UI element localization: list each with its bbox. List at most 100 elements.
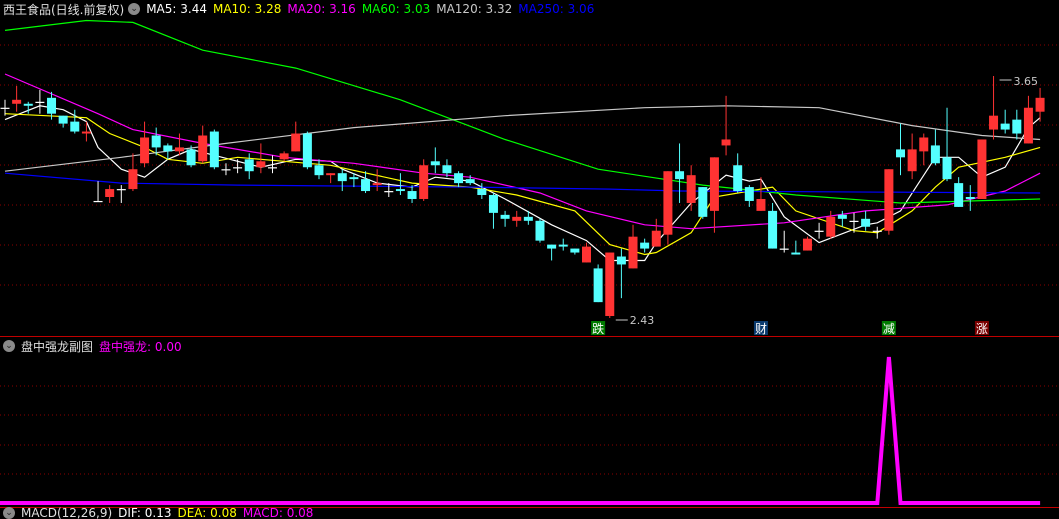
candle-body bbox=[477, 189, 487, 196]
candle bbox=[395, 173, 405, 196]
event-marker: 财 bbox=[753, 321, 768, 336]
candle-body bbox=[698, 187, 708, 217]
candle-body bbox=[616, 256, 626, 265]
candle-body bbox=[802, 238, 812, 251]
candle bbox=[791, 240, 801, 255]
candle bbox=[372, 169, 382, 192]
candle bbox=[675, 143, 685, 203]
candle-body bbox=[721, 139, 731, 146]
candle-body bbox=[256, 161, 266, 168]
candle bbox=[616, 248, 626, 299]
candle bbox=[989, 76, 999, 140]
event-marker-label: 财 bbox=[755, 322, 767, 336]
candle-body bbox=[849, 220, 859, 223]
candle bbox=[744, 185, 754, 207]
candle bbox=[907, 133, 917, 180]
chevron-down-icon[interactable]: ⌄ bbox=[3, 507, 15, 519]
candle bbox=[256, 143, 266, 174]
sub-chart-header: ⌄ 盘中强龙副图 盘中强龙: 0.00 bbox=[0, 337, 188, 355]
candle-body bbox=[872, 230, 882, 232]
candle bbox=[721, 95, 731, 156]
stock-title: 西王食品(日线.前复权) bbox=[3, 2, 125, 17]
candle-body bbox=[768, 210, 778, 249]
candle bbox=[861, 210, 871, 231]
price-annotation-label: 3.65 bbox=[1014, 75, 1039, 88]
candle bbox=[361, 171, 371, 194]
event-marker-label: 涨 bbox=[976, 321, 988, 336]
candle bbox=[58, 115, 68, 128]
candle-body bbox=[1012, 119, 1022, 134]
sub-chart-title: 盘中强龙副图 bbox=[21, 339, 94, 354]
event-marker: 跌 bbox=[591, 321, 606, 336]
candle-body bbox=[267, 167, 277, 169]
candle-body bbox=[151, 135, 161, 148]
candle bbox=[512, 210, 522, 227]
candle-body bbox=[733, 165, 743, 192]
ma10-label: MA10: 3.28 bbox=[212, 2, 282, 16]
candle-body bbox=[163, 145, 173, 152]
candle bbox=[930, 129, 940, 166]
candle-body bbox=[558, 244, 568, 247]
candle bbox=[1023, 95, 1033, 144]
candle-body bbox=[861, 218, 871, 227]
candle bbox=[12, 85, 22, 112]
event-marker-label: 跌 bbox=[592, 321, 604, 336]
candle-body bbox=[291, 133, 301, 152]
candle bbox=[302, 131, 312, 170]
candle bbox=[558, 238, 568, 251]
candle-body bbox=[35, 101, 45, 103]
candle-body bbox=[675, 171, 685, 180]
ma250-label: MA250: 3.06 bbox=[518, 2, 595, 16]
ma60-label: MA60: 3.03 bbox=[361, 2, 431, 16]
candle-body bbox=[954, 183, 964, 207]
candle bbox=[419, 159, 429, 201]
candle bbox=[977, 139, 987, 199]
macd-value: MACD: 0.08 bbox=[242, 507, 314, 519]
candle-body bbox=[523, 216, 533, 221]
candle-body bbox=[337, 173, 347, 182]
candle-body bbox=[628, 236, 638, 269]
candle bbox=[314, 159, 324, 180]
candle bbox=[279, 151, 289, 162]
candle-body bbox=[1023, 107, 1033, 144]
candle-body bbox=[221, 169, 231, 171]
candle bbox=[244, 153, 254, 180]
candle-body bbox=[814, 230, 824, 232]
candle-body bbox=[930, 145, 940, 164]
candle-body bbox=[640, 242, 650, 249]
candle bbox=[326, 173, 336, 184]
candle bbox=[802, 236, 812, 251]
candle bbox=[163, 143, 173, 160]
candle bbox=[174, 133, 184, 156]
candle-body bbox=[570, 248, 580, 253]
price-annotation: 2.43 bbox=[615, 314, 654, 327]
candle bbox=[896, 123, 906, 176]
candle-body bbox=[302, 133, 312, 168]
candle bbox=[582, 242, 591, 263]
chevron-down-icon[interactable]: ⌄ bbox=[3, 340, 15, 352]
macd-header: ⌄ MACD(12,26,9) DIF: 0.13 DEA: 0.08 MACD… bbox=[0, 507, 319, 519]
candle-body bbox=[907, 149, 917, 172]
chart-canvas: 2.43 3.65 跌 财 减 涨 bbox=[0, 19, 1059, 508]
candle-body bbox=[140, 137, 150, 164]
candle-body bbox=[372, 183, 382, 186]
candle-body bbox=[605, 252, 615, 317]
candle-body bbox=[174, 147, 184, 152]
event-marker: 涨 bbox=[974, 321, 989, 336]
candle bbox=[942, 107, 952, 182]
candle bbox=[814, 222, 824, 239]
candle-body bbox=[779, 248, 789, 250]
candle-body bbox=[12, 99, 22, 104]
candle bbox=[593, 264, 603, 303]
candle bbox=[686, 165, 696, 211]
candle bbox=[81, 121, 91, 142]
candle bbox=[221, 163, 231, 176]
candle bbox=[198, 125, 208, 164]
candle bbox=[430, 147, 440, 174]
candle-body bbox=[582, 246, 591, 263]
candle-body bbox=[651, 230, 661, 247]
candle-body bbox=[593, 268, 603, 303]
candle-body bbox=[279, 153, 289, 160]
candle-body bbox=[942, 157, 952, 180]
chevron-down-icon[interactable]: ⌄ bbox=[128, 3, 141, 15]
